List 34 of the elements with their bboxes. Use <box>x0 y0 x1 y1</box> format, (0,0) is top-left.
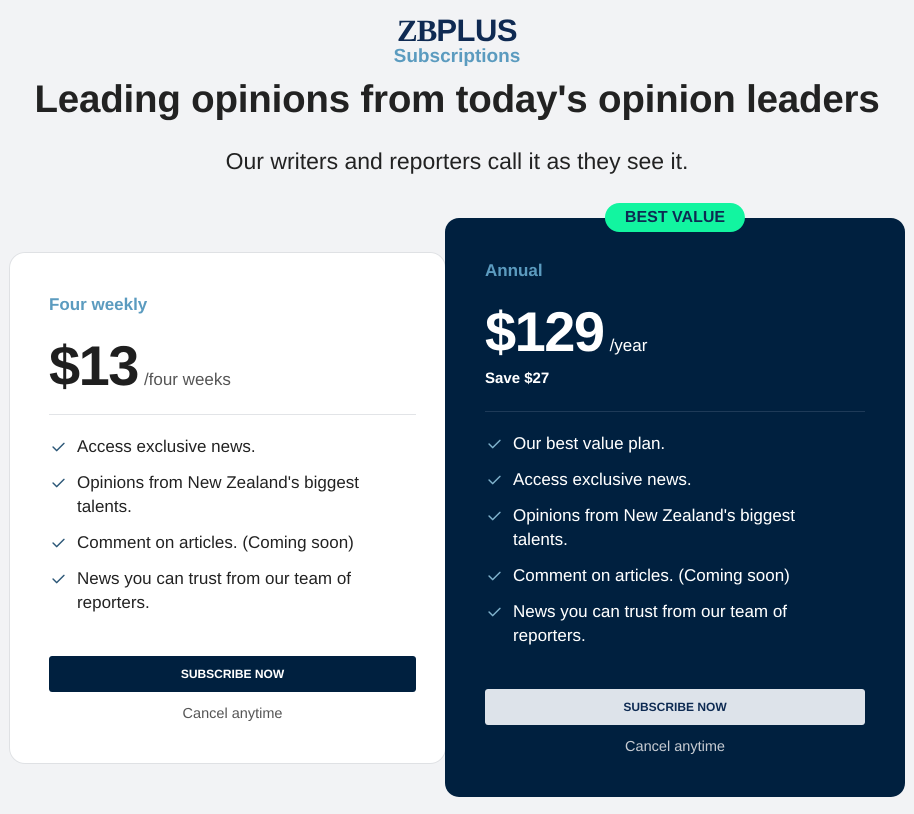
check-icon <box>52 538 65 548</box>
feature-text: Opinions from New Zealand's biggest talents. <box>77 472 360 518</box>
price-period: /year <box>610 336 648 356</box>
price-period: /four weeks <box>144 370 231 390</box>
subscribe-button[interactable]: SUBSCRIBE NOW <box>485 689 865 725</box>
feature-text: News you can trust from our team of reporters. <box>77 568 352 614</box>
feature-text: News you can trust from our team of reporters. <box>513 601 788 647</box>
check-icon <box>52 478 65 488</box>
plan-name: Annual <box>485 260 543 282</box>
feature-text: Comment on articles. (Coming soon) <box>513 565 790 587</box>
brand-logo: ZBPLUS <box>396 16 518 46</box>
check-icon <box>488 475 501 485</box>
check-icon <box>488 571 501 581</box>
plan-price: $13 <box>49 336 138 396</box>
saving-note: Save $27 <box>485 369 550 389</box>
subscribe-button[interactable]: SUBSCRIBE NOW <box>49 656 416 692</box>
check-icon <box>488 511 501 521</box>
feature-text: Opinions from New Zealand's biggest talents. <box>513 505 796 551</box>
subheadline: Our writers and reporters call it as they see it. <box>226 147 688 176</box>
check-icon <box>52 442 65 452</box>
check-icon <box>52 574 65 584</box>
feature-text: Access exclusive news. <box>77 436 256 458</box>
check-icon <box>488 439 501 449</box>
brand-subtitle: Subscriptions <box>394 46 520 68</box>
cancel-note: Cancel anytime <box>182 704 282 724</box>
plan-price: $129 <box>485 302 604 362</box>
plan-name: Four weekly <box>49 294 148 316</box>
feature-text: Access exclusive news. <box>513 469 692 491</box>
headline: Leading opinions from today's opinion leaders <box>34 78 880 122</box>
cancel-note: Cancel anytime <box>625 738 725 757</box>
check-icon <box>488 607 501 617</box>
feature-text: Our best value plan. <box>513 433 666 455</box>
feature-text: Comment on articles. (Coming soon) <box>77 532 354 554</box>
best-value-badge: BEST VALUE <box>604 203 746 232</box>
